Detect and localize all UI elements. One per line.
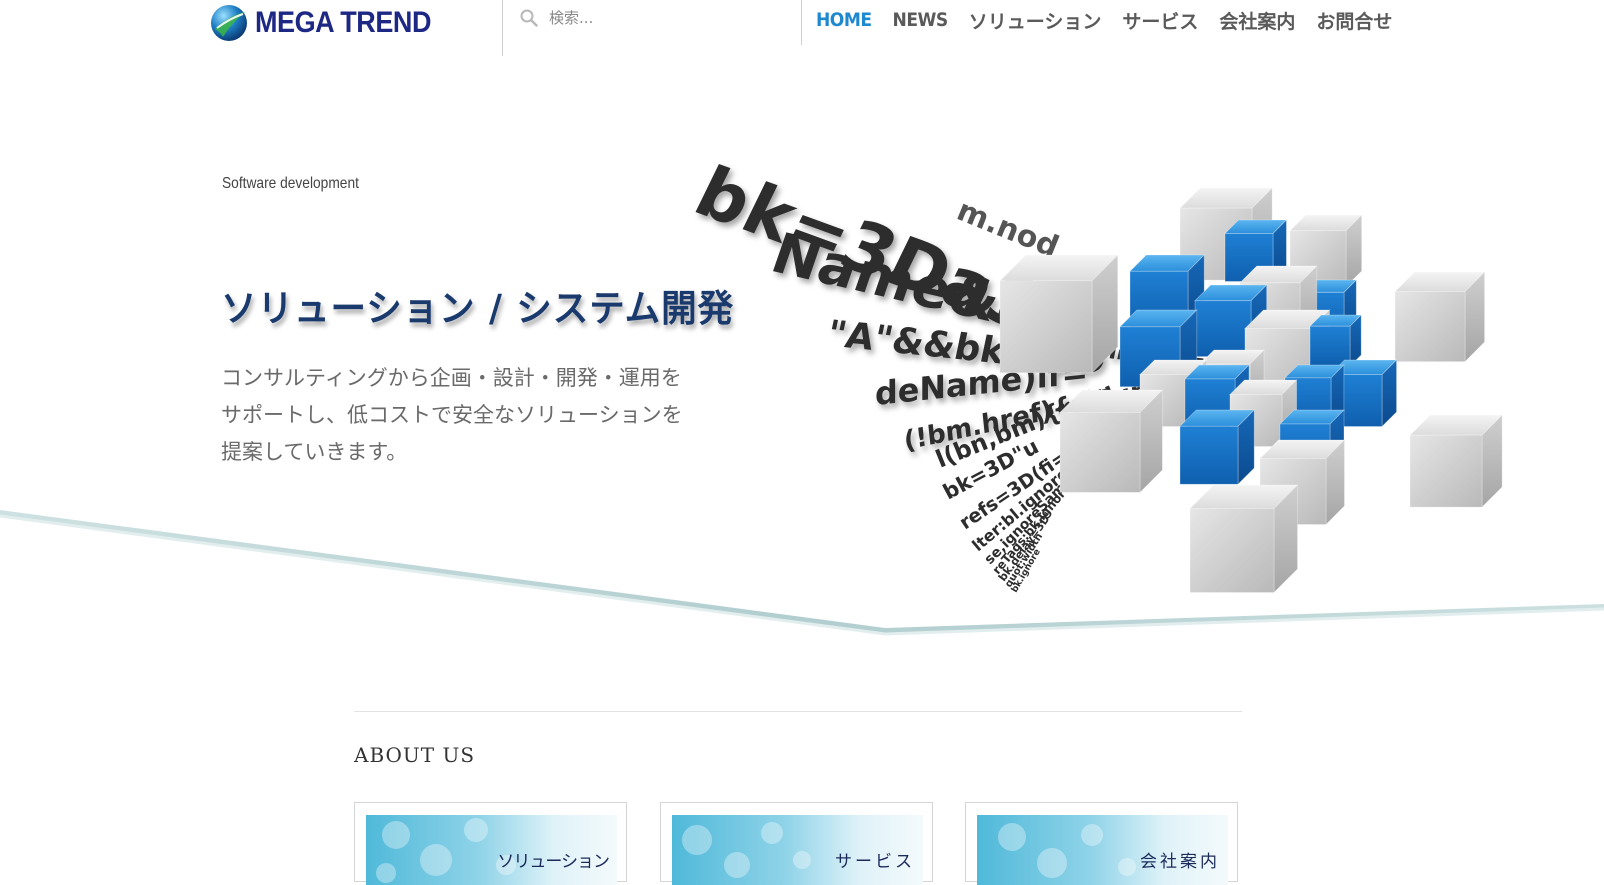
search-box — [519, 4, 789, 32]
nav-contact[interactable]: お問合せ — [1316, 7, 1392, 34]
solution-card-image: ソリューション — [366, 815, 617, 885]
service-card[interactable]: サービス — [660, 802, 933, 885]
nav-solution[interactable]: ソリューション — [969, 7, 1102, 34]
cube-shape — [1059, 389, 1164, 494]
nav-news[interactable]: NEWS — [893, 9, 949, 31]
logo-link[interactable]: MEGA TREND — [209, 3, 451, 43]
company-card-image: 会社案内 — [977, 815, 1228, 885]
nav-home[interactable]: HOME — [816, 9, 872, 31]
company-card[interactable]: 会社案内 — [965, 802, 1238, 885]
hero-description-line: コンサルティングから企画・設計・開発・運用を — [221, 366, 682, 390]
solution-card[interactable]: ソリューション — [354, 802, 627, 885]
service-card-image: サービス — [672, 815, 923, 885]
cube-shape — [999, 254, 1119, 374]
header-divider — [801, 0, 802, 45]
solution-card-label: ソリューション — [497, 852, 610, 872]
hero-title: ソリューション / システム開発 — [221, 287, 735, 330]
service-card-label: サービス — [835, 852, 915, 872]
hero-description-line: サポートし、低コストで安全なソリューションを — [221, 403, 683, 427]
cube-shape — [1189, 484, 1299, 594]
hero-description-line: 提案していきます。 — [221, 440, 408, 464]
cube-shape — [1179, 409, 1256, 486]
hero-tagline: Software development — [222, 175, 359, 192]
globe-logo-icon — [211, 5, 247, 41]
nav-service[interactable]: サービス — [1122, 7, 1198, 34]
section-divider — [354, 711, 1242, 712]
company-card-label: 会社案内 — [1140, 852, 1220, 872]
main-nav: HOME NEWS ソリューション サービス 会社案内 お問合せ — [816, 4, 1413, 36]
search-icon[interactable] — [519, 8, 539, 28]
search-input[interactable] — [547, 8, 771, 28]
nav-company[interactable]: 会社案内 — [1219, 7, 1295, 34]
hero-description: コンサルティングから企画・設計・開発・運用を サポートし、低コストで安全なソリュ… — [221, 360, 741, 471]
site-header: MEGA TREND HOME NEWS ソリューション サービス 会社案内 お… — [0, 0, 1604, 60]
logo-text: MEGA TREND — [255, 6, 432, 39]
hero-section: bk=3Da3(b Name&&(( "A"&&bk!=3D"AREA") de… — [0, 60, 1604, 660]
cube-shape — [1409, 414, 1504, 509]
header-divider — [502, 0, 503, 56]
cube-shape — [1394, 271, 1486, 363]
cube-shape — [1309, 314, 1363, 368]
about-us-heading: ABOUT US — [354, 743, 476, 767]
